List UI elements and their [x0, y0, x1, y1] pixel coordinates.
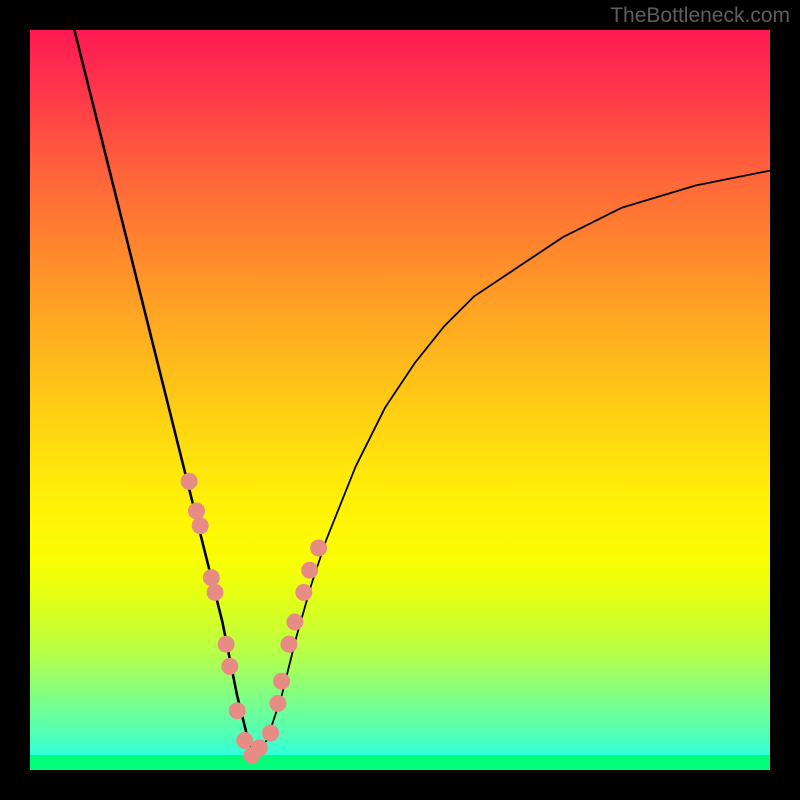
sample-point [281, 636, 298, 653]
sample-markers [181, 473, 328, 764]
sample-point [236, 732, 253, 749]
sample-point [295, 584, 312, 601]
sample-point [301, 562, 318, 579]
sample-point [269, 695, 286, 712]
watermark-text: TheBottleneck.com [610, 4, 790, 28]
sample-point [207, 584, 224, 601]
sample-point [229, 702, 246, 719]
sample-point [273, 673, 290, 690]
sample-point [286, 614, 303, 631]
sample-point [181, 473, 198, 490]
sample-point [188, 503, 205, 520]
sample-point [192, 517, 209, 534]
sample-point [310, 540, 327, 557]
chart-plot-area [30, 30, 770, 770]
sample-point [218, 636, 235, 653]
curve-right-arm [252, 171, 770, 756]
sample-point [262, 725, 279, 742]
bottleneck-curve-svg [30, 30, 770, 770]
sample-point [203, 569, 220, 586]
sample-point [221, 658, 238, 675]
sample-point [251, 739, 268, 756]
